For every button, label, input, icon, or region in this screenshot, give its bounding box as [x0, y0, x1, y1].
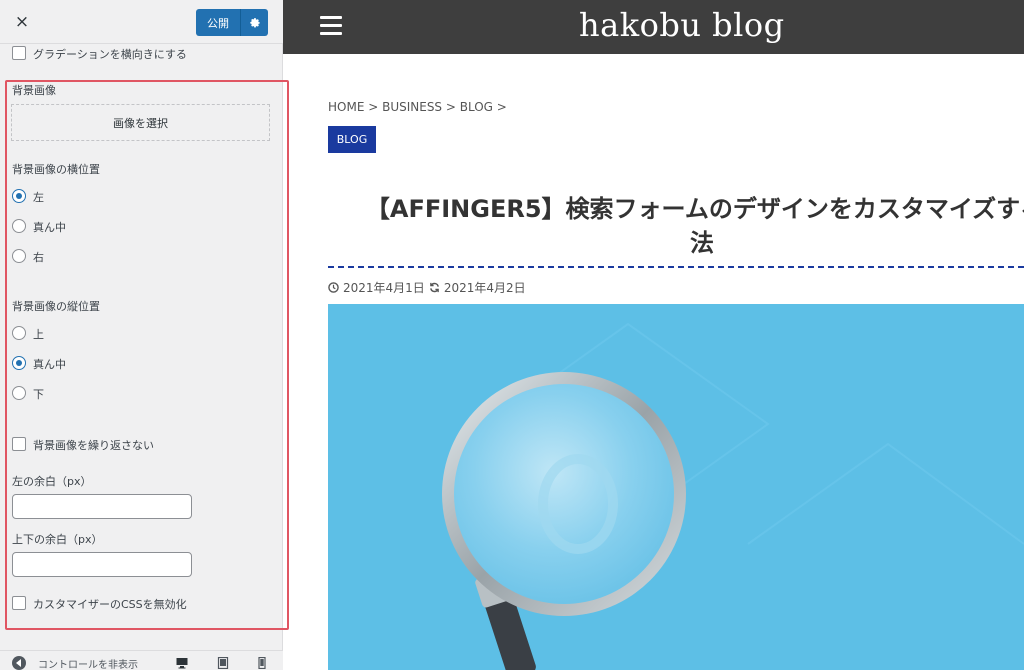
clock-icon — [328, 282, 339, 293]
post-title-line2: 法 — [690, 229, 714, 257]
vertical-margin-input[interactable] — [12, 552, 192, 577]
disable-css-checkbox[interactable] — [12, 596, 26, 610]
select-image-button[interactable]: 画像を選択 — [11, 104, 270, 141]
hamburger-icon[interactable] — [320, 16, 342, 36]
h-radio-right[interactable] — [12, 249, 26, 263]
refresh-icon — [429, 282, 439, 293]
h-position-title: 背景画像の横位置 — [12, 163, 100, 176]
no-repeat-label: 背景画像を繰り返さない — [33, 439, 154, 452]
tablet-icon[interactable] — [217, 657, 229, 669]
left-margin-input[interactable] — [12, 494, 192, 519]
gradient-horizontal-checkbox[interactable] — [12, 46, 26, 60]
collapse-icon[interactable] — [12, 656, 26, 670]
gradient-horizontal-label: グラデーションを横向きにする — [33, 48, 187, 61]
close-icon[interactable]: × — [0, 0, 44, 44]
mobile-icon[interactable] — [256, 657, 268, 669]
v-radio-center[interactable] — [12, 356, 26, 370]
vertical-margin-label: 上下の余白（px） — [12, 533, 103, 546]
updated-date: 2021年4月2日 — [443, 281, 526, 295]
v-position-title: 背景画像の縦位置 — [12, 300, 100, 313]
post-title: 【AFFINGER5】検索フォームのデザインをカスタマイズする — [365, 195, 1024, 223]
v-radio-bottom[interactable] — [12, 386, 26, 400]
no-repeat-checkbox[interactable] — [12, 437, 26, 451]
bg-image-title: 背景画像 — [12, 84, 56, 97]
customizer-panel: × 公開 グラデーションを横向きにする 背景画像 画像を選択 背景画像の横位置 … — [0, 0, 289, 670]
title-divider — [328, 266, 1024, 268]
v-option-bottom: 下 — [33, 388, 44, 401]
h-option-left: 左 — [33, 191, 44, 204]
panel-header: × 公開 — [0, 0, 283, 44]
h-option-center: 真ん中 — [33, 221, 66, 234]
h-option-right: 右 — [33, 251, 44, 264]
collapse-label[interactable]: コントロールを非表示 — [38, 656, 138, 670]
h-radio-left[interactable] — [12, 189, 26, 203]
v-radio-top[interactable] — [12, 326, 26, 340]
published-date: 2021年4月1日 — [343, 281, 425, 295]
left-margin-label: 左の余白（px） — [12, 475, 92, 488]
gear-icon[interactable] — [241, 17, 268, 29]
post-dates: 2021年4月1日 2021年4月2日 — [328, 279, 526, 296]
v-option-center: 真ん中 — [33, 358, 66, 371]
magnifying-glass-image — [328, 304, 1024, 670]
disable-css-label: カスタマイザーのCSSを無効化 — [33, 598, 187, 611]
site-title[interactable]: hakobu blog — [579, 6, 785, 44]
breadcrumb[interactable]: HOME > BUSINESS > BLOG > — [328, 100, 507, 114]
v-option-top: 上 — [33, 328, 44, 341]
category-badge[interactable]: BLOG — [328, 126, 376, 153]
publish-button[interactable]: 公開 — [196, 9, 268, 36]
desktop-icon[interactable] — [176, 657, 188, 669]
hero-image — [328, 304, 1024, 670]
h-radio-center[interactable] — [12, 219, 26, 233]
panel-footer: コントロールを非表示 — [0, 650, 283, 670]
site-header: hakobu blog — [283, 0, 1024, 54]
publish-label[interactable]: 公開 — [196, 15, 240, 31]
